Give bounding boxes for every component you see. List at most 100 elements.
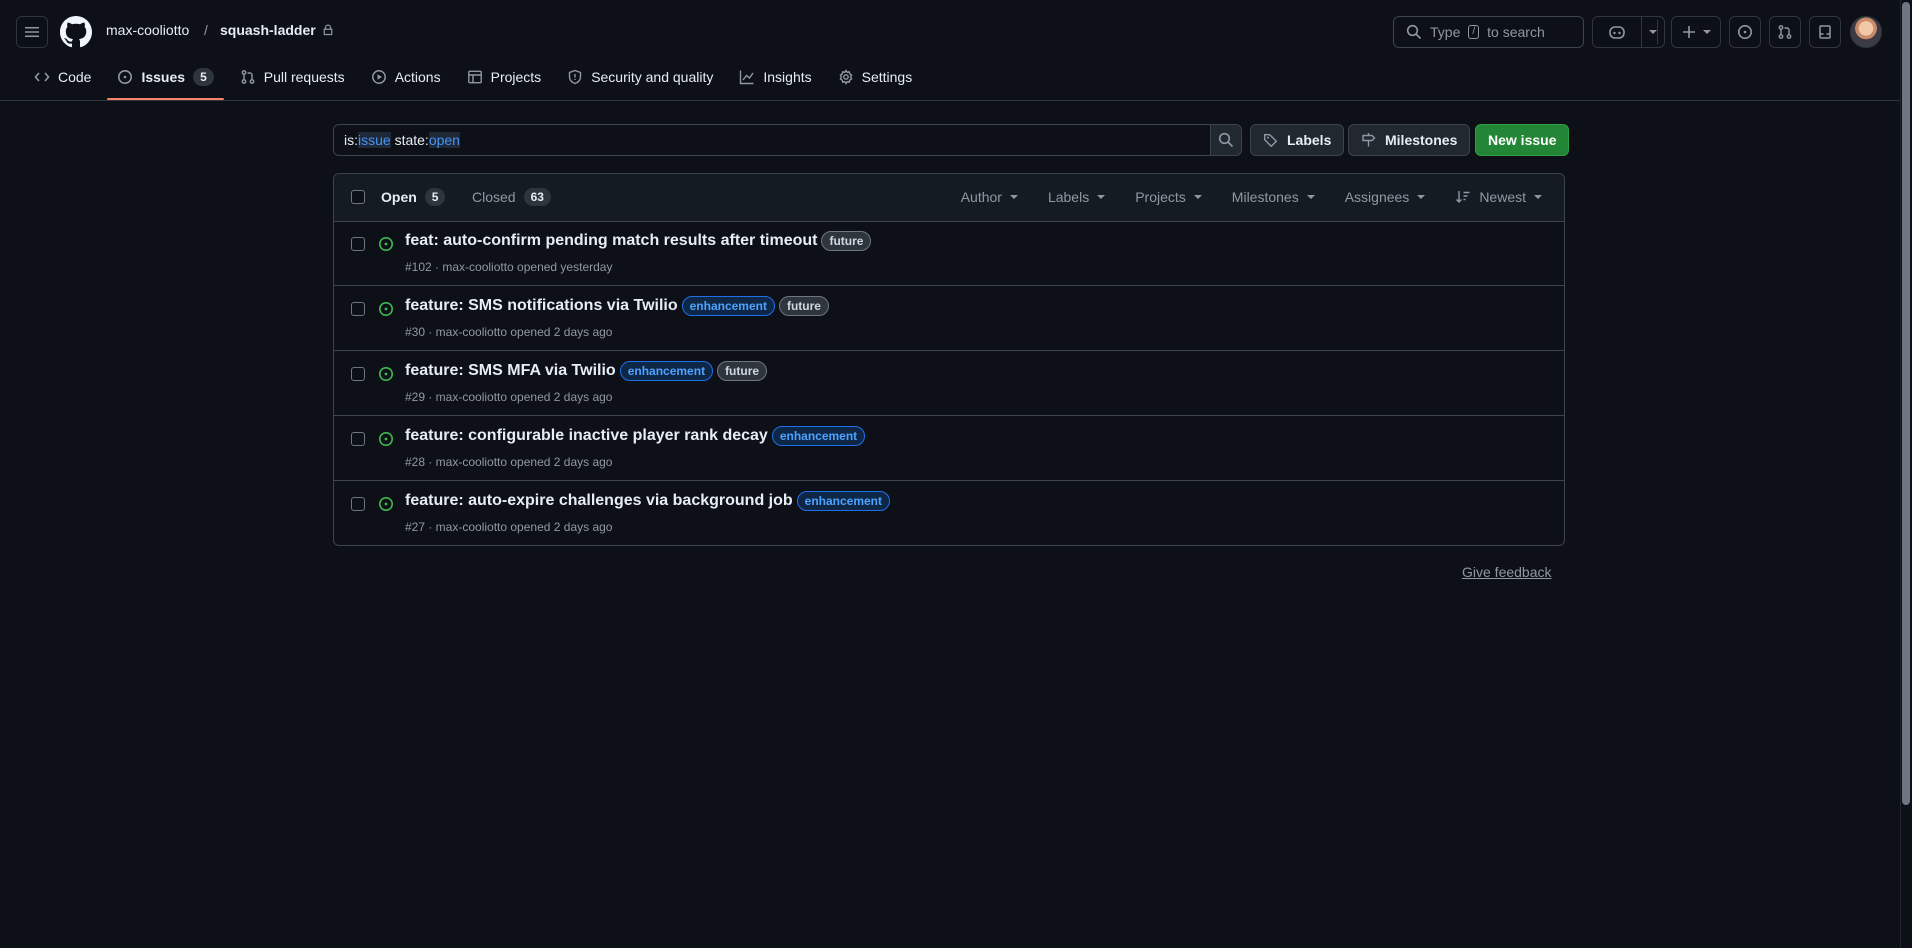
filter-label: Assignees <box>1344 189 1410 205</box>
tab-issues[interactable]: Issues 5 <box>107 62 225 100</box>
tab-label: Projects <box>490 69 542 85</box>
issue-open-icon <box>379 497 393 511</box>
header-divider <box>1657 20 1658 44</box>
list-filters: Author Labels Projects Milestones Assign… <box>961 189 1542 205</box>
tab-label: Pull requests <box>263 69 345 85</box>
label-future[interactable]: future <box>717 361 768 381</box>
label-enhancement[interactable]: enhancement <box>681 296 775 316</box>
sort-label: Newest <box>1479 189 1526 205</box>
label-enhancement[interactable]: enhancement <box>771 426 866 446</box>
chevron-down-icon <box>1193 195 1202 199</box>
issues-list: Open 5 Closed 63 Author Labels Projects … <box>333 173 1565 546</box>
assignees-filter-dropdown[interactable]: Assignees <box>1345 189 1426 205</box>
issue-checkbox[interactable] <box>351 367 365 381</box>
code-icon <box>34 72 50 82</box>
new-issue-button[interactable]: New issue <box>1475 124 1570 156</box>
chevron-down-icon <box>1703 30 1711 34</box>
tab-code[interactable]: Code <box>24 62 101 92</box>
label-future[interactable]: future <box>778 296 829 316</box>
milestone-icon <box>1362 133 1376 147</box>
git-pull-request-icon <box>1778 25 1792 39</box>
graph-icon <box>740 70 754 85</box>
milestones-filter-dropdown[interactable]: Milestones <box>1232 189 1315 205</box>
plus-icon <box>1683 26 1695 38</box>
issue-row: feat: auto-confirm pending match results… <box>334 221 1564 286</box>
menu-button[interactable] <box>16 16 48 48</box>
chevron-down-icon <box>1306 195 1315 199</box>
issue-meta: #29 · max-cooliotto opened 2 days ago <box>405 390 613 404</box>
issue-open-icon <box>379 432 393 446</box>
chevron-down-icon <box>1534 195 1542 199</box>
lock-icon <box>323 24 333 36</box>
labels-filter-dropdown[interactable]: Labels <box>1047 189 1106 205</box>
issue-title-link[interactable]: feature: auto-expire challenges via back… <box>405 492 793 510</box>
label-future[interactable]: future <box>821 231 872 251</box>
table-icon <box>467 70 482 84</box>
filter-label: Milestones <box>1231 189 1299 205</box>
issue-title-link[interactable]: feature: configurable inactive player ra… <box>405 427 768 445</box>
tab-actions[interactable]: Actions <box>361 62 451 92</box>
label-enhancement[interactable]: enhancement <box>796 491 891 511</box>
projects-filter-dropdown[interactable]: Projects <box>1135 189 1202 205</box>
tab-pull-requests[interactable]: Pull requests <box>230 62 355 92</box>
git-pull-request-icon <box>241 70 255 84</box>
filter-key: state: <box>394 132 429 148</box>
notifications-button[interactable] <box>1809 16 1841 48</box>
repo-link[interactable]: squash-ladder <box>220 22 334 38</box>
filter-label: Projects <box>1135 189 1186 205</box>
global-search-button[interactable]: Type / to search <box>1393 16 1584 48</box>
gear-icon <box>839 69 853 85</box>
issue-opened-icon <box>1738 25 1752 39</box>
select-all-checkbox[interactable] <box>351 190 365 204</box>
tab-settings[interactable]: Settings <box>828 62 923 92</box>
issue-checkbox[interactable] <box>351 302 365 316</box>
filter-value: issue <box>358 132 391 148</box>
tag-icon <box>1264 134 1278 148</box>
filter-label: Labels <box>1047 189 1090 205</box>
issue-open-icon <box>379 367 393 381</box>
closed-issues-toggle[interactable]: Closed 63 <box>472 188 551 206</box>
closed-label: Closed <box>472 189 516 205</box>
issue-row: feature: SMS MFA via Twilio enhancement … <box>334 351 1564 416</box>
open-label: Open <box>381 189 417 205</box>
issue-checkbox[interactable] <box>351 497 365 511</box>
issues-inbox-button[interactable] <box>1729 16 1761 48</box>
issue-title-link[interactable]: feat: auto-confirm pending match results… <box>405 232 817 250</box>
label-enhancement[interactable]: enhancement <box>619 361 714 381</box>
issue-checkbox[interactable] <box>351 237 365 251</box>
search-icon <box>1218 132 1234 148</box>
repo-nav: Code Issues 5 Pull requests Actions Proj… <box>24 62 928 100</box>
issue-title-link[interactable]: feature: SMS notifications via Twilio <box>405 297 678 315</box>
issue-title-link[interactable]: feature: SMS MFA via Twilio <box>405 362 616 380</box>
issue-checkbox[interactable] <box>351 432 365 446</box>
copilot-menu-button[interactable] <box>1641 16 1665 48</box>
create-new-button[interactable] <box>1671 16 1721 48</box>
tab-projects[interactable]: Projects <box>457 62 552 92</box>
labels-button[interactable]: Labels <box>1250 124 1345 156</box>
chevron-down-icon <box>1009 195 1018 199</box>
milestones-button[interactable]: Milestones <box>1348 124 1471 156</box>
scrollbar-thumb[interactable] <box>1902 2 1910 805</box>
tab-security-and-quality[interactable]: Security and quality <box>557 62 723 92</box>
pull-requests-inbox-button[interactable] <box>1769 16 1801 48</box>
tab-insights[interactable]: Insights <box>729 62 821 92</box>
issue-meta: #28 · max-cooliotto opened 2 days ago <box>405 455 613 469</box>
open-issues-toggle[interactable]: Open 5 <box>381 188 446 206</box>
path-separator: / <box>204 22 208 38</box>
author-filter-dropdown[interactable]: Author <box>961 189 1018 205</box>
tab-label: Security and quality <box>591 69 714 85</box>
owner-link[interactable]: max-cooliotto <box>106 22 189 38</box>
give-feedback-link[interactable]: Give feedback <box>1462 564 1552 580</box>
sort-dropdown[interactable]: Newest <box>1455 189 1542 205</box>
inbox-icon <box>1819 25 1831 39</box>
tab-label: Insights <box>763 69 812 85</box>
copilot-button[interactable] <box>1592 16 1642 48</box>
user-avatar[interactable] <box>1850 16 1882 48</box>
filter-search-button[interactable] <box>1210 124 1242 156</box>
issue-row: feature: configurable inactive player ra… <box>334 416 1564 481</box>
issues-count-badge: 5 <box>193 68 214 86</box>
chevron-down-icon <box>1649 30 1657 34</box>
github-logo-icon[interactable] <box>60 16 92 48</box>
issues-filter-input[interactable]: is: issue state: open <box>333 124 1211 156</box>
issue-opened-icon <box>118 70 133 84</box>
